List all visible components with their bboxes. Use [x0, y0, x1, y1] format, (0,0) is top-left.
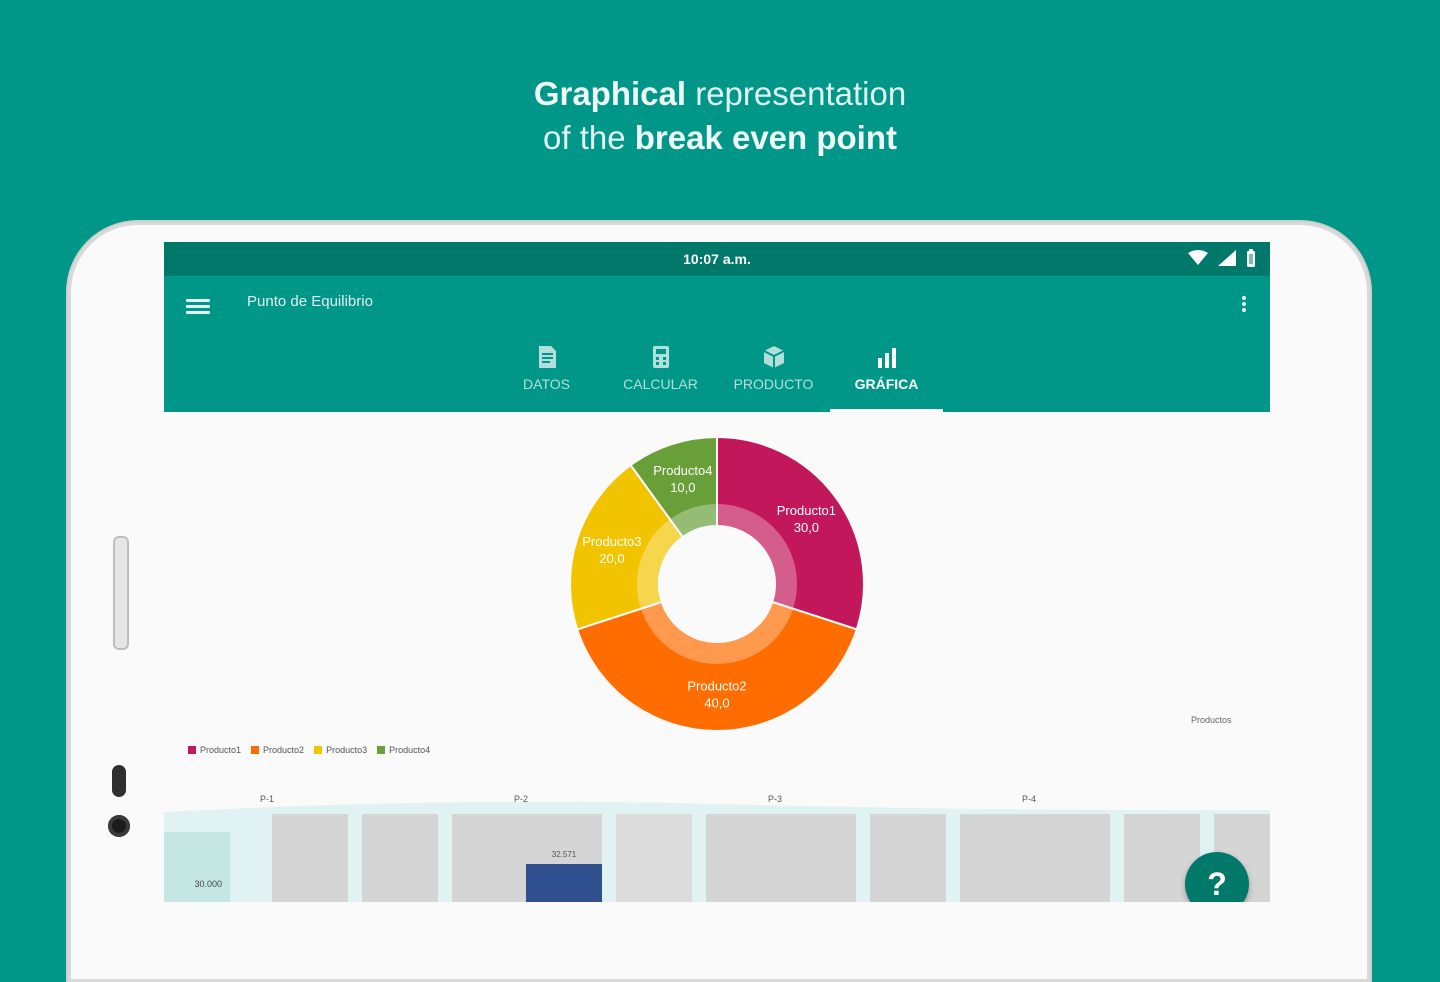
headline-text-2: of the [543, 119, 635, 156]
wifi-icon [1188, 250, 1208, 265]
pie-value-producto3: 20,0 [599, 551, 624, 566]
legend-swatch-3 [314, 746, 323, 754]
pie-label-producto3: Producto3 [582, 534, 641, 549]
app-bar: Punto de Equilibrio DATOS CALCULAR PRODU… [164, 276, 1270, 412]
y-axis-band [164, 832, 230, 902]
tab-producto[interactable]: PRODUCTO [717, 334, 830, 412]
bar-p-3-2[interactable] [870, 814, 946, 902]
bar-chart: P-1 P-2 P-3 P-4 32.571 30.000 [164, 794, 1270, 902]
bar-p-2-3[interactable] [706, 814, 782, 902]
bar-p-3-3[interactable] [960, 814, 1036, 902]
legend-label-producto3: Producto3 [326, 745, 368, 755]
headline-bold-1: Graphical [533, 75, 687, 112]
tablet-sensor [112, 765, 126, 797]
bar-category-label-4: P-4 [1022, 794, 1036, 804]
tab-label-producto: PRODUCTO [733, 376, 814, 392]
bar-p-1-2[interactable] [362, 814, 438, 902]
bar-p-2-2[interactable] [616, 814, 692, 902]
tab-label-calcular: CALCULAR [623, 376, 698, 392]
pie-value-producto2: 40,0 [704, 696, 729, 711]
tab-datos[interactable]: DATOS [490, 334, 603, 412]
pie-label-producto4: Producto4 [653, 463, 712, 478]
device-screen: 10:07 a.m. Punto de Equilibrio DATOS CAL… [164, 242, 1270, 902]
document-icon [538, 346, 556, 368]
pie-label-producto1: Producto1 [777, 503, 836, 518]
legend-item-producto2: Producto2 [251, 745, 304, 755]
bar-p-3-1[interactable] [780, 814, 856, 902]
legend-label-producto1: Producto1 [200, 745, 242, 755]
legend-label-producto4: Producto4 [389, 745, 431, 755]
legend-title: Productos [1191, 715, 1232, 725]
legend-swatch-4 [377, 746, 386, 754]
pie-slice-producto2[interactable] [575, 600, 859, 732]
legend-label-producto2: Producto2 [263, 745, 305, 755]
pie-value-producto4: 10,0 [670, 480, 695, 495]
donut-chart: Producto1 30,0 Producto2 40,0 Producto3 20,0 P… [569, 435, 865, 732]
legend-swatch-2 [251, 746, 260, 754]
bar-category-label-3: P-3 [768, 794, 782, 804]
headline-text-1: representation [686, 75, 907, 112]
help-fab-label: ? [1207, 866, 1227, 902]
bar-p-1-3[interactable] [452, 814, 528, 902]
bar-category-label-1: P-1 [260, 794, 274, 804]
chart-panel: Producto1 30,0 Producto2 40,0 Producto3 20,0 P… [164, 412, 1270, 902]
legend-item-producto1: Producto1 [188, 745, 241, 755]
hamburger-menu-icon[interactable] [186, 296, 210, 318]
legend-swatch-1 [188, 746, 196, 754]
legend-item-producto3: Producto3 [314, 745, 367, 755]
headline-line-1: Graphical representation [0, 72, 1440, 116]
status-time: 10:07 a.m. [683, 251, 751, 267]
headline: Graphical representation of the break ev… [0, 72, 1440, 160]
tab-grafica[interactable]: GRÁFICA [830, 334, 943, 412]
y-tick-label: 30.000 [194, 879, 222, 889]
tablet-camera [108, 815, 130, 837]
tab-label-grafica: GRÁFICA [854, 376, 919, 392]
overflow-menu-icon[interactable] [1240, 294, 1248, 316]
bar-highlight[interactable] [526, 864, 602, 902]
headline-line-2: of the break even point [0, 116, 1440, 160]
pie-label-producto2: Producto2 [687, 679, 746, 694]
signal-icon [1218, 250, 1236, 266]
box-icon [763, 346, 784, 368]
app-title: Punto de Equilibrio [247, 293, 373, 310]
bar-p-4-1[interactable] [1034, 814, 1110, 902]
tablet-side-button [113, 536, 129, 650]
tab-label-datos: DATOS [523, 376, 570, 392]
battery-icon [1247, 249, 1255, 267]
headline-bold-2: break even point [634, 119, 897, 156]
status-icons [1188, 249, 1256, 267]
status-bar: 10:07 a.m. [164, 242, 1270, 276]
bar-chart-icon [877, 348, 896, 368]
chart-legend: Producto1 Producto2 Producto3 Producto4 [188, 745, 430, 755]
tab-calcular[interactable]: CALCULAR [604, 334, 717, 412]
calculator-icon [652, 346, 669, 368]
bar-category-label-2: P-2 [514, 794, 528, 804]
bar-value-label: 32.571 [552, 850, 577, 859]
tab-bar: DATOS CALCULAR PRODUCTO GRÁFICA [164, 334, 1270, 412]
bar-p-1-1[interactable] [272, 814, 348, 902]
pie-value-producto1: 30,0 [794, 520, 819, 535]
legend-item-producto4: Producto4 [377, 745, 430, 755]
